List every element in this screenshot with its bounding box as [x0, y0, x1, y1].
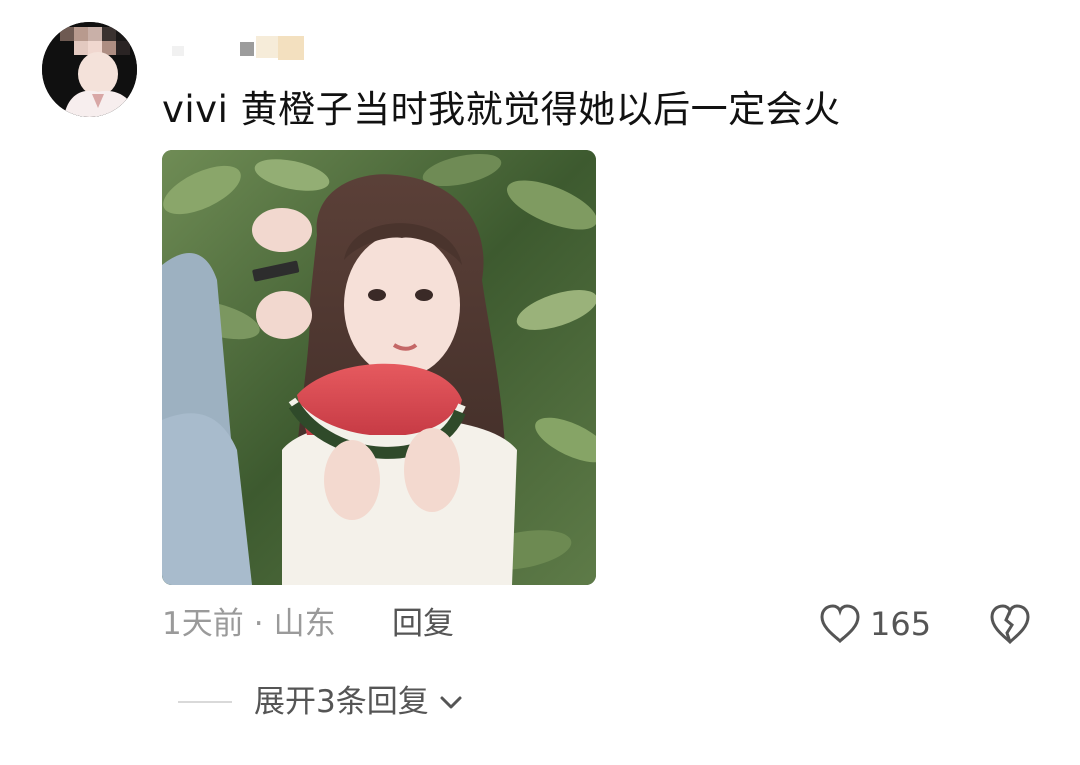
expand-replies-label: 展开3条回复: [254, 684, 429, 720]
reply-button[interactable]: 回复: [392, 602, 454, 646]
like-count: 165: [870, 605, 932, 643]
comment-time: 1天前: [162, 606, 244, 642]
comment-image[interactable]: [162, 150, 596, 585]
watermelon-photo: [162, 150, 596, 585]
comment-text: vivi 黄橙子当时我就觉得她以后一定会火: [162, 88, 841, 131]
comment-location: 山东: [273, 606, 336, 642]
username-blurred[interactable]: [160, 32, 310, 62]
comment-meta: 1天前 · 山东: [162, 602, 336, 646]
avatar-image: [42, 22, 137, 117]
chevron-down-icon: [440, 696, 462, 709]
expand-divider-line: [178, 701, 232, 703]
heart-outline-icon: [820, 604, 860, 644]
broken-heart-icon[interactable]: [986, 600, 1034, 648]
comment-card: vivi 黄橙子当时我就觉得她以后一定会火 1天前 · 山东 回复 165 展开…: [0, 0, 1080, 765]
like-button[interactable]: 165: [818, 600, 931, 648]
avatar[interactable]: [42, 22, 137, 117]
expand-replies-button[interactable]: 展开3条回复: [178, 680, 465, 724]
meta-separator: ·: [253, 606, 264, 642]
